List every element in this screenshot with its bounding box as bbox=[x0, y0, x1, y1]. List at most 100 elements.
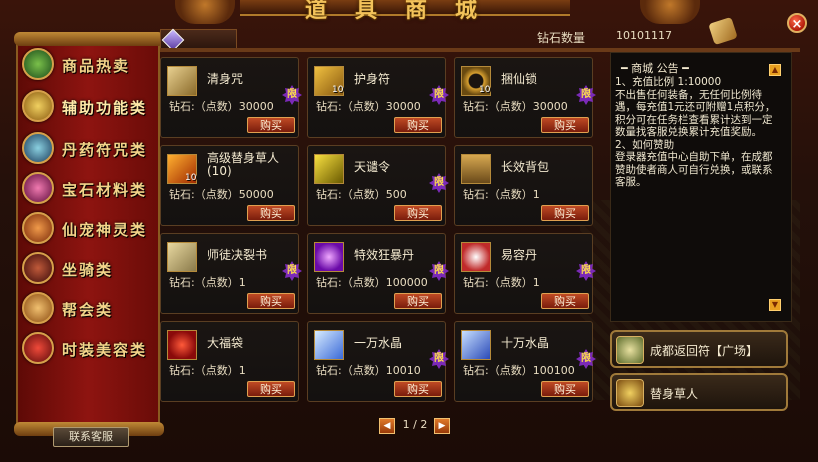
item-price: 钻石:（点数）1 bbox=[169, 364, 246, 377]
diamond-balance-label: 钻石数量 bbox=[537, 31, 586, 45]
treasure-chest-icon bbox=[22, 48, 54, 80]
scroll-icon[interactable] bbox=[167, 66, 197, 96]
limited-badge: 限 bbox=[429, 85, 449, 105]
limited-badge: 限 bbox=[282, 85, 302, 105]
straw-doll-icon bbox=[616, 379, 644, 407]
quick-button-label: 成都返回符【广场】 bbox=[650, 344, 759, 358]
buy-button[interactable]: 购买 bbox=[394, 205, 442, 221]
buy-button[interactable]: 购买 bbox=[247, 381, 295, 397]
notice-scroll-down-button[interactable]: ▼ bbox=[769, 299, 781, 311]
book-icon[interactable] bbox=[167, 242, 197, 272]
item-name: 易容丹 bbox=[501, 248, 538, 262]
scroll-book-icon bbox=[22, 90, 54, 122]
close-button[interactable]: × bbox=[787, 13, 807, 33]
category-item-hot[interactable]: 商品热卖 bbox=[22, 46, 156, 84]
category-label: 商品热卖 bbox=[62, 57, 131, 75]
backpack-chest-icon[interactable] bbox=[461, 154, 491, 184]
crystal-icon[interactable] bbox=[461, 330, 491, 360]
category-item-gem[interactable]: 宝石材料类 bbox=[22, 170, 156, 208]
lucky-bag-icon[interactable] bbox=[167, 330, 197, 360]
diamond-balance-value: 10101117 bbox=[616, 29, 672, 42]
goods-item: 大福袋 钻石:（点数）1 购买 bbox=[160, 321, 299, 402]
elixir-orb-icon bbox=[22, 132, 54, 164]
buy-button[interactable]: 购买 bbox=[541, 117, 589, 133]
category-item-elixir[interactable]: 丹药符咒类 bbox=[22, 130, 156, 168]
category-item-guild[interactable]: 帮会类 bbox=[22, 290, 156, 328]
goods-item: 天谴令 限 钻石:（点数）500 购买 bbox=[307, 145, 449, 226]
shop-window: 道具商城 × 商品热卖 辅助功能类 丹药符咒类 宝石材料类 仙宠神灵类 坐骑类 bbox=[0, 0, 818, 462]
item-price: 钻石:（点数）1 bbox=[463, 188, 540, 201]
goods-item: 10 高级替身草人(10) 钻石:（点数）50000 购买 bbox=[160, 145, 299, 226]
category-item-auxiliary[interactable]: 辅助功能类 bbox=[22, 88, 156, 126]
buy-button[interactable]: 购买 bbox=[541, 205, 589, 221]
buy-button[interactable]: 购买 bbox=[247, 205, 295, 221]
buy-button[interactable]: 购买 bbox=[394, 117, 442, 133]
notice-scroll-up-button[interactable]: ▲ bbox=[769, 64, 781, 76]
fashion-icon bbox=[22, 332, 54, 364]
order-token-icon[interactable] bbox=[314, 154, 344, 184]
buy-button[interactable]: 购买 bbox=[541, 381, 589, 397]
item-name: 清身咒 bbox=[207, 72, 244, 86]
page-indicator: 1 / 2 bbox=[402, 418, 428, 431]
contact-support-button[interactable]: 联系客服 bbox=[53, 427, 129, 447]
goods-grid: 清身咒 限 钻石:（点数）30000 购买 10 护身符 限 钻石:（点数）30… bbox=[160, 52, 606, 412]
buy-button[interactable]: 购买 bbox=[394, 381, 442, 397]
buy-button[interactable]: 购买 bbox=[541, 293, 589, 309]
item-price: 钻石:（点数）30000 bbox=[463, 100, 568, 113]
category-item-mount[interactable]: 坐骑类 bbox=[22, 250, 156, 288]
scroll-icon bbox=[708, 16, 738, 46]
category-item-fashion[interactable]: 时装美容类 bbox=[22, 330, 156, 368]
notice-line: 2、如何赞助 bbox=[615, 138, 675, 151]
category-label: 仙宠神灵类 bbox=[62, 221, 148, 239]
return-talisman-icon bbox=[616, 336, 644, 364]
item-name: 护身符 bbox=[354, 72, 391, 86]
item-price: 钻石:（点数）30000 bbox=[169, 100, 274, 113]
quick-button-label: 替身草人 bbox=[650, 387, 699, 401]
goods-item: 易容丹 限 钻石:（点数）1 购买 bbox=[454, 233, 596, 314]
item-price: 钻石:（点数）1 bbox=[463, 276, 540, 289]
item-price: 钻石:（点数）50000 bbox=[169, 188, 274, 201]
next-page-button[interactable]: ▶ bbox=[434, 418, 450, 434]
item-count: 10 bbox=[332, 85, 344, 95]
limited-badge: 限 bbox=[429, 349, 449, 369]
category-label: 辅助功能类 bbox=[62, 99, 148, 117]
sidebar-scroll-ornament-top bbox=[14, 32, 164, 46]
goods-item: 师徒决裂书 限 钻石:（点数）1 购买 bbox=[160, 233, 302, 314]
category-sidebar: 商品热卖 辅助功能类 丹药符咒类 宝石材料类 仙宠神灵类 坐骑类 帮会类 时装美… bbox=[14, 32, 164, 436]
title-ornament-left bbox=[175, 0, 235, 24]
category-item-pet[interactable]: 仙宠神灵类 bbox=[22, 210, 156, 248]
item-price: 钻石:（点数）100100 bbox=[463, 364, 575, 377]
item-name: 十万水晶 bbox=[501, 336, 550, 350]
notice-line: 1、充值比例 1:10000 bbox=[615, 76, 722, 88]
item-name: 特效狂暴丹 bbox=[354, 248, 415, 262]
notice-title: ━ 商城 公告 ━ bbox=[621, 62, 689, 75]
item-name: 大福袋 bbox=[207, 336, 244, 350]
notice-line: 不出售任何装备，无任何比例待遇，每充值1元还可附赠1点积分，积分可在任务栏查看累… bbox=[615, 88, 776, 139]
quick-buy-return-talisman[interactable]: 成都返回符【广场】 bbox=[610, 330, 788, 368]
limited-badge: 限 bbox=[429, 173, 449, 193]
item-name: 师徒决裂书 bbox=[207, 248, 268, 262]
buy-button[interactable]: 购买 bbox=[247, 117, 295, 133]
limited-badge: 限 bbox=[576, 349, 596, 369]
prev-page-button[interactable]: ◀ bbox=[379, 418, 395, 434]
notice-body: 1、充值比例 1:10000 不出售任何装备，无任何比例待遇，每充值1元还可附赠… bbox=[615, 76, 777, 189]
purple-pill-icon[interactable] bbox=[314, 242, 344, 272]
notice-line: 登录器充值中心自助下单，在成都赞助使者商人可自行兑换，或联系客服。 bbox=[615, 151, 773, 188]
notice-panel: ━ 商城 公告 ━ 1、充值比例 1:10000 不出售任何装备，无任何比例待遇… bbox=[610, 52, 792, 322]
category-label: 时装美容类 bbox=[62, 341, 148, 359]
item-name: 长效背包 bbox=[501, 160, 550, 174]
gem-icon bbox=[22, 172, 54, 204]
buy-button[interactable]: 购买 bbox=[394, 293, 442, 309]
mount-icon bbox=[22, 252, 54, 284]
goods-item: 10 捆仙锁 限 钻石:（点数）30000 购买 bbox=[454, 57, 596, 138]
crystal-icon[interactable] bbox=[314, 330, 344, 360]
potion-bottle-icon[interactable] bbox=[461, 242, 491, 272]
buy-button[interactable]: 购买 bbox=[247, 293, 295, 309]
quick-buy-straw-doll[interactable]: 替身草人 bbox=[610, 373, 788, 411]
category-label: 坐骑类 bbox=[62, 261, 114, 279]
item-price: 钻石:（点数）500 bbox=[316, 188, 407, 201]
item-name: 高级替身草人(10) bbox=[207, 151, 280, 178]
goods-item: 一万水晶 限 钻石:（点数）10010 购买 bbox=[307, 321, 449, 402]
title-ornament-right bbox=[640, 0, 700, 24]
tab-shop[interactable] bbox=[160, 28, 237, 52]
